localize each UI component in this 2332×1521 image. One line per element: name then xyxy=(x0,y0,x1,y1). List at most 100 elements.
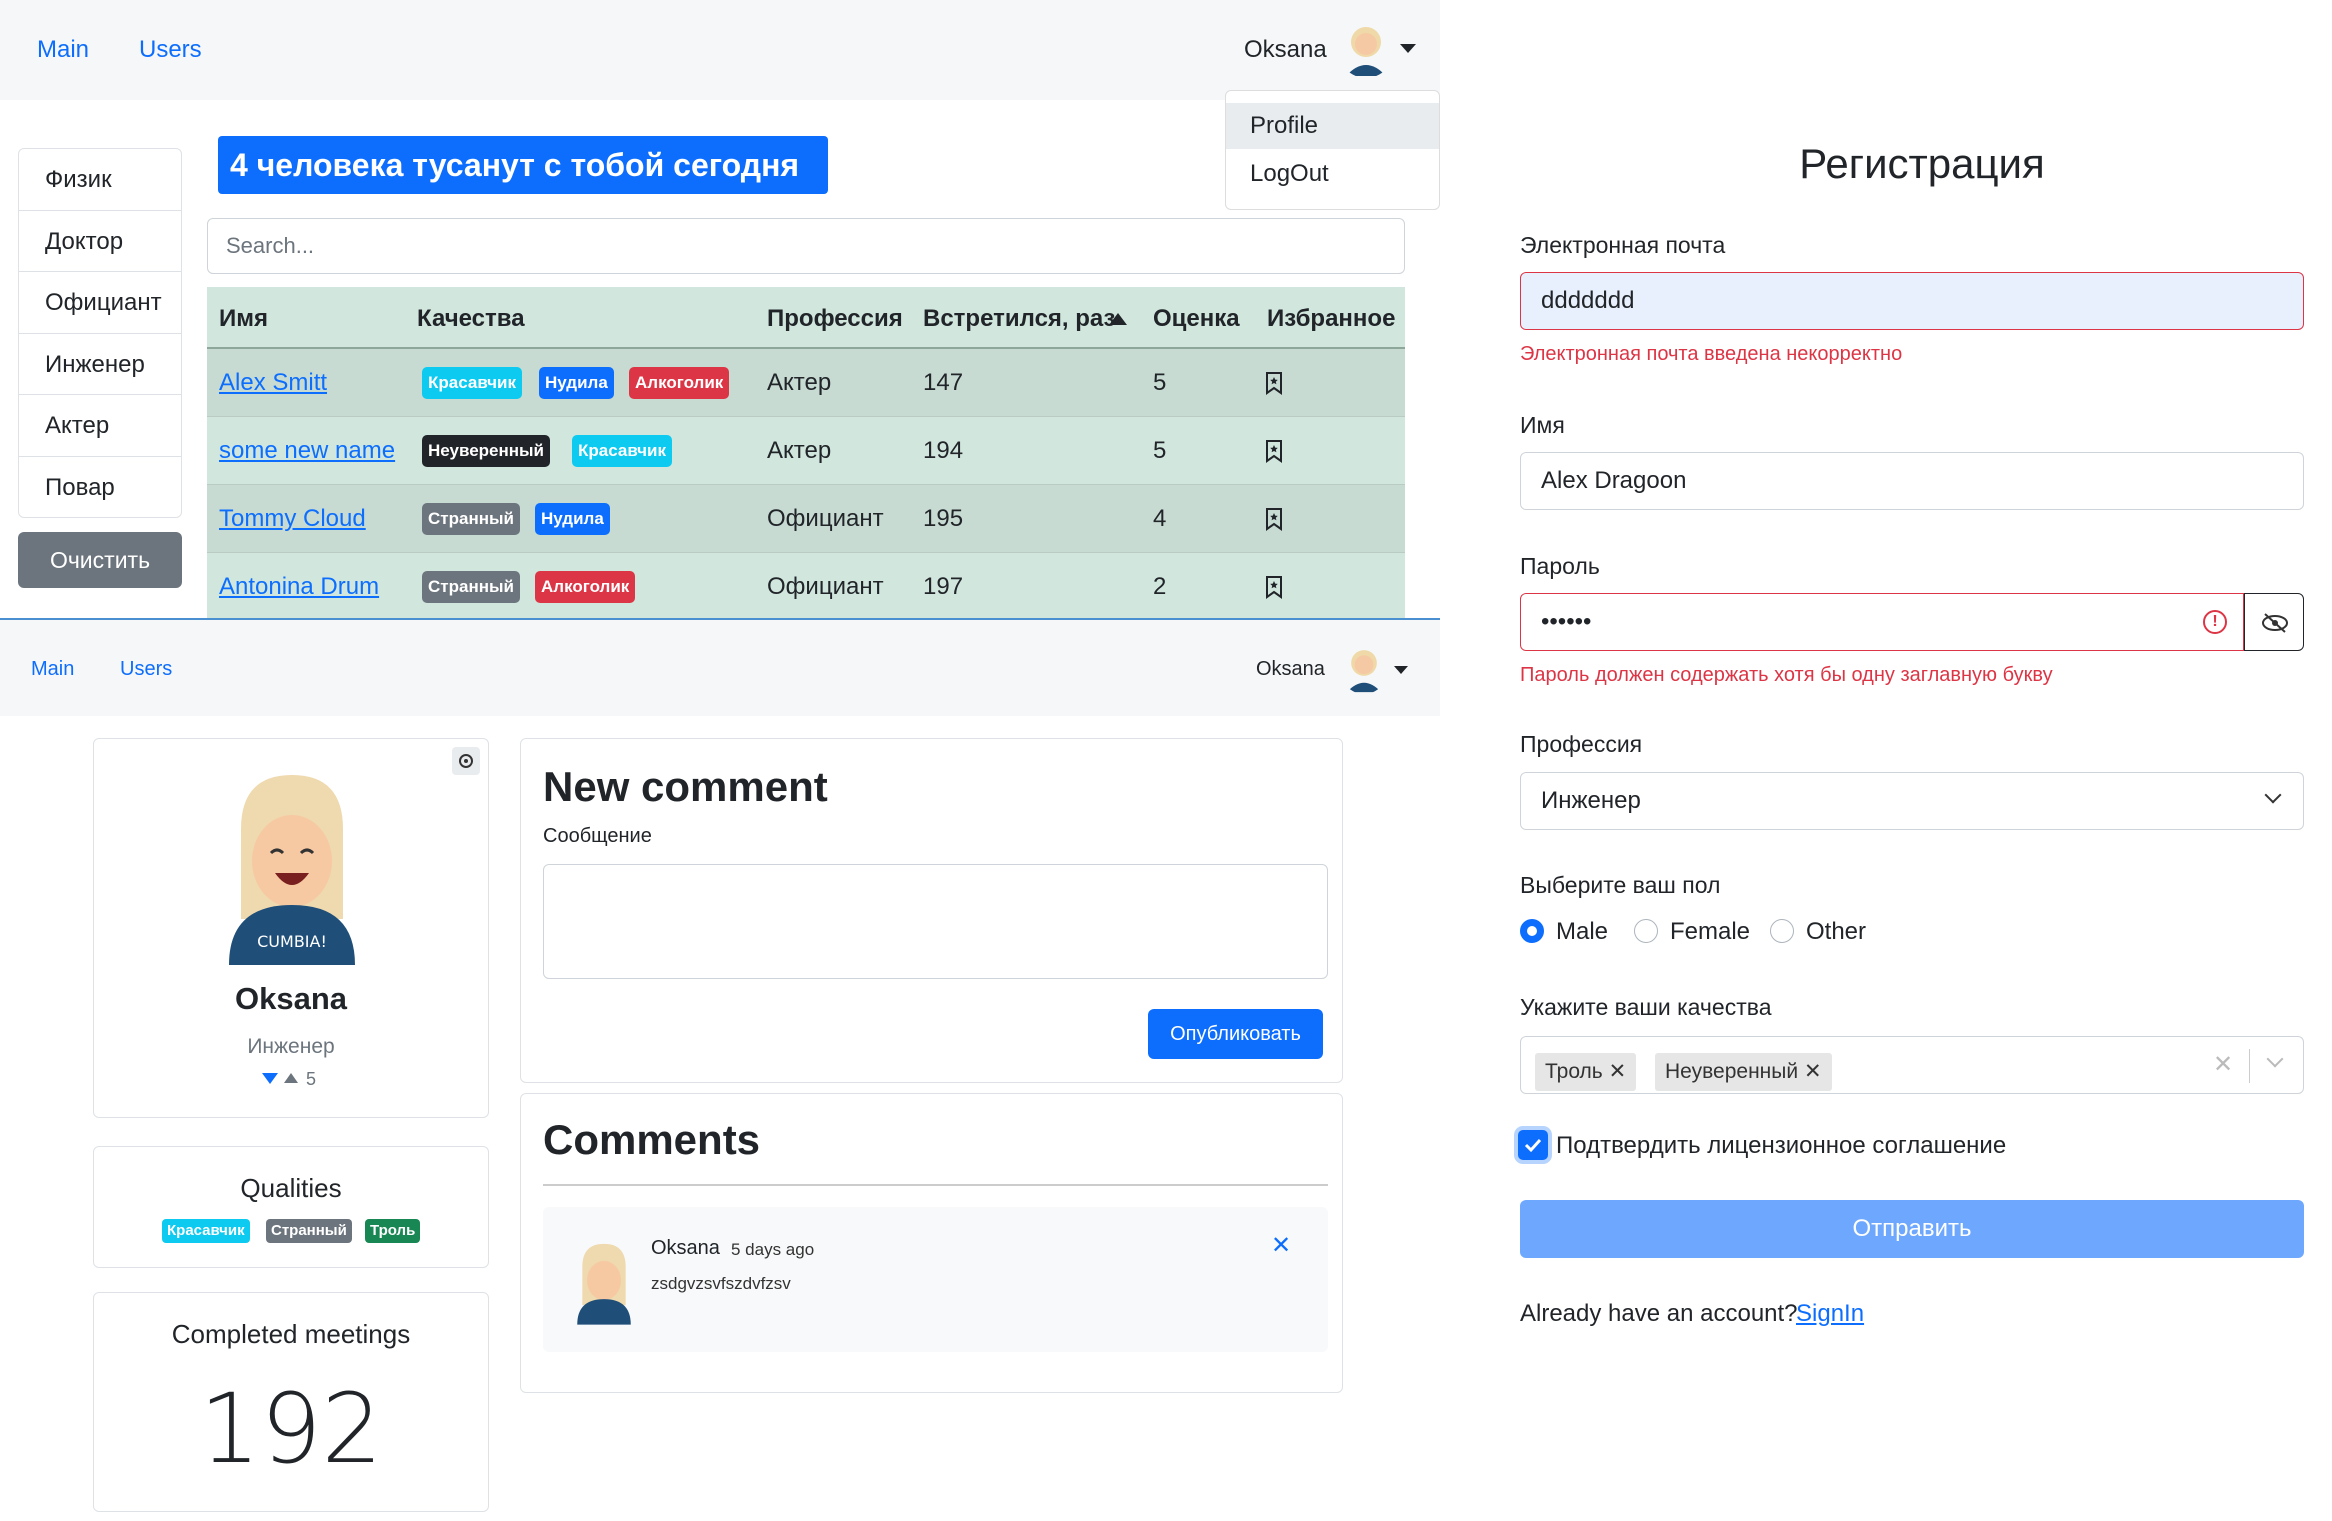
license-label[interactable]: Подтвердить лицензионное соглашение xyxy=(1556,1132,2006,1160)
header-bookmark[interactable]: Избранное xyxy=(1267,305,1395,333)
email-field[interactable]: ddddddd xyxy=(1520,272,2304,330)
nav-main-link[interactable]: Main xyxy=(31,658,74,681)
profession-value: Инженер xyxy=(1541,787,1641,814)
navbar: Main Users Oksana xyxy=(0,0,1440,100)
meetings-cell: 147 xyxy=(923,369,964,396)
nav-users-link[interactable]: Users xyxy=(120,658,172,681)
nav-user-name[interactable]: Oksana xyxy=(1244,36,1327,64)
comment-author: Oksana xyxy=(651,1237,720,1259)
new-comment-title: New comment xyxy=(543,763,828,810)
nav-user-name[interactable]: Oksana xyxy=(1256,658,1325,681)
password-field[interactable]: •••••• ! xyxy=(1520,593,2244,651)
dropdown-profile[interactable]: Profile xyxy=(1226,103,1439,149)
profession-item[interactable]: Инженер xyxy=(19,334,181,395)
profession-select[interactable]: Инженер xyxy=(1520,772,2304,830)
remove-chip-icon[interactable]: ✕ xyxy=(1609,1060,1627,1083)
email-label: Электронная почта xyxy=(1520,232,1726,258)
qualities-label: Укажите ваши качества xyxy=(1520,994,1772,1020)
quality-chip: Троль ✕ xyxy=(1535,1053,1637,1091)
table-row: Alex Smitt Красавчик Нудила Алкоголик Ак… xyxy=(207,349,1405,417)
name-field[interactable]: Alex Dragoon xyxy=(1520,452,2304,510)
comments-title: Comments xyxy=(543,1116,761,1163)
user-dropdown-menu: Profile LogOut xyxy=(1225,90,1440,210)
navbar: Main Users Oksana xyxy=(0,620,1440,716)
profile-profession: Инженер xyxy=(247,1035,335,1058)
radio-male-label[interactable]: Male xyxy=(1556,918,1608,946)
quality-chip-label: Троль xyxy=(1545,1060,1603,1083)
message-label: Сообщение xyxy=(543,825,652,847)
header-rate[interactable]: Оценка xyxy=(1153,305,1240,333)
rate-down-icon[interactable] xyxy=(262,1073,278,1084)
quality-badge: Нудила xyxy=(535,503,610,535)
meetings-cell: 194 xyxy=(923,437,964,464)
dropdown-logout[interactable]: LogOut xyxy=(1226,151,1439,197)
message-textarea[interactable] xyxy=(543,864,1328,979)
header-profession[interactable]: Профессия xyxy=(767,305,903,333)
profession-item[interactable]: Актер xyxy=(19,395,181,457)
chevron-down-icon[interactable] xyxy=(1394,666,1408,674)
rate-cell: 2 xyxy=(1153,573,1167,600)
signin-link[interactable]: SignIn xyxy=(1796,1300,1864,1328)
user-name-link[interactable]: Tommy Cloud xyxy=(219,505,366,533)
remove-chip-icon[interactable]: ✕ xyxy=(1804,1060,1822,1083)
radio-female-label[interactable]: Female xyxy=(1670,918,1750,946)
svg-text:CUMBIA!: CUMBIA! xyxy=(257,932,327,951)
settings-button[interactable] xyxy=(452,747,480,775)
chevron-down-icon[interactable] xyxy=(1400,44,1416,53)
new-comment-card: New comment Сообщение Опубликовать xyxy=(520,738,1343,1083)
divider xyxy=(2249,1049,2250,1083)
user-avatar-icon[interactable] xyxy=(1338,20,1394,78)
nav-main-link[interactable]: Main xyxy=(37,36,89,64)
submit-button[interactable]: Отправить xyxy=(1520,1200,2304,1258)
divider xyxy=(543,1184,1328,1186)
header-name[interactable]: Имя xyxy=(219,305,268,333)
search-input[interactable]: Search... xyxy=(207,218,1405,274)
radio-other[interactable] xyxy=(1770,919,1794,943)
bookmark-icon[interactable] xyxy=(1265,439,1283,463)
close-icon[interactable]: ✕ xyxy=(1271,1231,1291,1260)
profession-item[interactable]: Доктор xyxy=(19,211,181,272)
profession-item[interactable]: Физик xyxy=(19,149,181,211)
rate-cell: 5 xyxy=(1153,369,1167,396)
clear-all-icon[interactable]: ✕ xyxy=(2213,1037,2233,1093)
radio-other-label[interactable]: Other xyxy=(1806,918,1866,946)
quality-badge: Алкоголик xyxy=(535,571,636,603)
clear-filter-button[interactable]: Очистить xyxy=(18,532,182,588)
meetings-cell: 195 xyxy=(923,505,964,532)
nav-users-link[interactable]: Users xyxy=(139,36,202,64)
toggle-password-button[interactable] xyxy=(2244,593,2304,651)
bookmark-icon[interactable] xyxy=(1265,575,1283,599)
qualities-multiselect[interactable]: Троль ✕ Неуверенный ✕ ✕ xyxy=(1520,1036,2304,1094)
eye-slash-icon xyxy=(2262,613,2288,633)
table-row: Tommy Cloud Странный Нудила Официант 195… xyxy=(207,485,1405,553)
profession-cell: Актер xyxy=(767,369,832,396)
profession-filter-list: Физик Доктор Официант Инженер Актер Пова… xyxy=(18,148,182,518)
quality-badge: Красавчик xyxy=(572,435,672,467)
user-page: Main Users Oksana CUMBIA! Oksana Инженер… xyxy=(0,618,1440,1521)
users-list-page: Main Users Oksana Profile LogOut Физик Д… xyxy=(0,0,1440,620)
user-name-link[interactable]: Antonina Drum xyxy=(219,573,379,601)
radio-female[interactable] xyxy=(1634,919,1658,943)
rate-up-icon[interactable] xyxy=(284,1073,298,1083)
profession-item[interactable]: Повар xyxy=(19,457,181,518)
comment-text: zsdgvzsvfszdvfzsv xyxy=(651,1274,791,1293)
header-meetings[interactable]: Встретился, раз xyxy=(923,305,1115,333)
publish-button[interactable]: Опубликовать xyxy=(1148,1009,1323,1059)
meetings-card: Completed meetings 192 xyxy=(93,1292,489,1512)
user-avatar-icon[interactable] xyxy=(1340,644,1388,694)
meetings-title: Completed meetings xyxy=(171,1319,411,1349)
chevron-down-icon[interactable] xyxy=(2266,1050,2284,1068)
profession-item[interactable]: Официант xyxy=(19,272,181,334)
user-name-link[interactable]: some new name xyxy=(219,437,395,465)
user-name-link[interactable]: Alex Smitt xyxy=(219,369,327,397)
registration-page: Регистрация Электронная почта ddddddd Эл… xyxy=(1512,0,2332,1521)
license-checkbox[interactable] xyxy=(1518,1130,1548,1160)
table-row: Antonina Drum Странный Алкоголик Официан… xyxy=(207,553,1405,620)
bookmark-icon[interactable] xyxy=(1265,371,1283,395)
password-error: Пароль должен содержать хотя бы одну заг… xyxy=(1520,664,2053,686)
radio-male[interactable] xyxy=(1520,919,1544,943)
users-table: Имя Качества Профессия Встретился, раз О… xyxy=(207,287,1405,620)
profession-cell: Официант xyxy=(767,505,884,532)
bookmark-icon[interactable] xyxy=(1265,507,1283,531)
sort-asc-icon xyxy=(1109,313,1127,325)
